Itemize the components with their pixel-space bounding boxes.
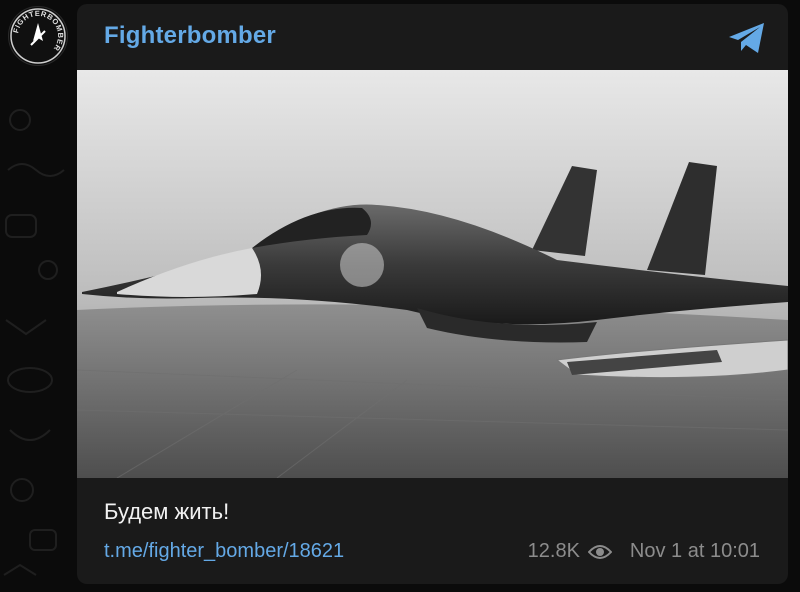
eye-icon xyxy=(587,544,612,559)
fighter-jet-photo xyxy=(77,70,788,479)
telegram-share-icon xyxy=(729,23,764,53)
post-date: Nov 1 at 10:01 xyxy=(629,540,760,562)
share-button[interactable] xyxy=(726,20,768,56)
view-count: 12.8K xyxy=(527,540,580,562)
channel-name[interactable]: Fighterbomber xyxy=(104,22,276,50)
fighterbomber-logo: FIGHTERBOMBER xyxy=(10,8,66,64)
post-link[interactable]: t.me/fighter_bomber/18621 xyxy=(104,540,344,563)
channel-avatar[interactable]: FIGHTERBOMBER xyxy=(8,6,68,66)
post-photo[interactable] xyxy=(77,70,788,479)
post-meta: 12.8K Nov 1 at 10:01 xyxy=(528,540,760,563)
channel-post-card: Fighterbomber Будем жить! t.me/fighter_b… xyxy=(77,4,788,584)
post-caption: Будем жить! xyxy=(104,499,230,524)
